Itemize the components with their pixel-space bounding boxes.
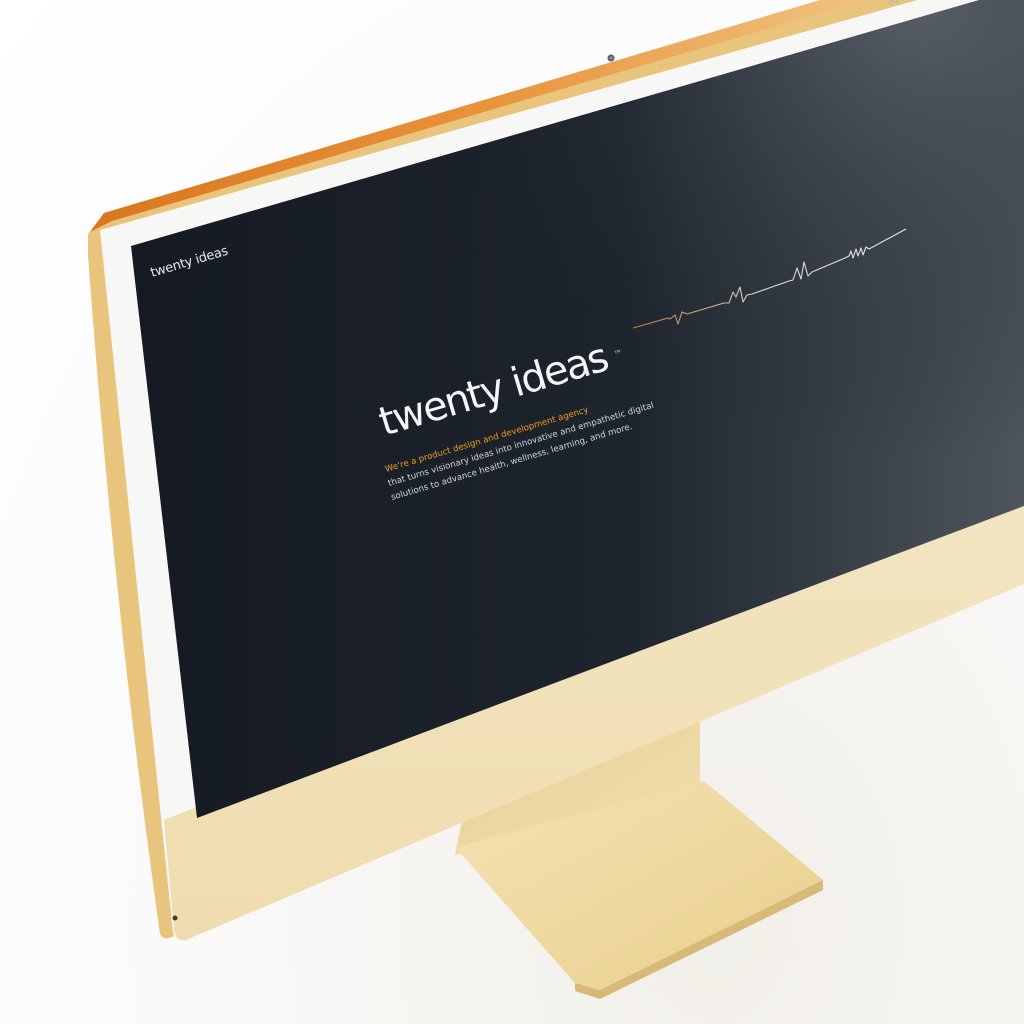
power-button <box>172 915 178 921</box>
imac-mockup: twenty ideas ou twenty ideas TM We're a … <box>88 0 1024 999</box>
product-mockup-scene: twenty ideas ou twenty ideas TM We're a … <box>0 0 1024 1024</box>
